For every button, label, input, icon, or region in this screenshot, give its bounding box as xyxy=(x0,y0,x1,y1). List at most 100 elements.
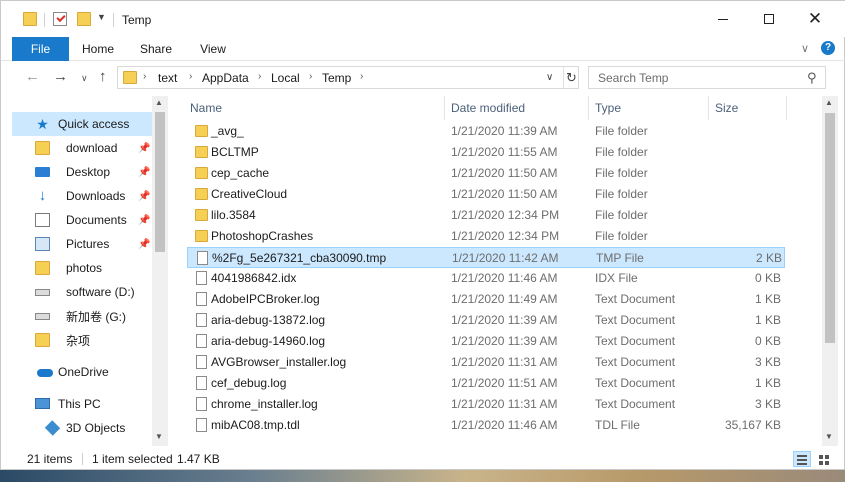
address-bar[interactable]: › text › AppData › Local › Temp › ∨ ↻ xyxy=(117,66,579,89)
file-row[interactable]: aria-debug-13872.log 1/21/2020 11:39 AM Te… xyxy=(187,310,785,331)
nav-item-label: 新加卷 (G:) xyxy=(66,309,126,324)
close-button[interactable]: ✕ xyxy=(792,1,838,37)
nav-item-3d-objects[interactable]: 3D Objects xyxy=(12,416,153,440)
nav-item-photos[interactable]: photos xyxy=(12,256,153,280)
file-row[interactable]: _avg_ 1/21/2020 11:39 AM File folder xyxy=(187,121,785,142)
file-date-modified: 1/21/2020 11:42 AM xyxy=(452,251,559,265)
refresh-icon[interactable]: ↻ xyxy=(563,67,579,88)
maximize-button[interactable] xyxy=(746,1,792,37)
nav-item-downloads[interactable]: ↓ Downloads 📌 xyxy=(12,184,153,208)
column-header-size[interactable]: Size xyxy=(715,96,738,120)
navigation-pane-scrollbar[interactable]: ▲ ▼ xyxy=(152,96,168,446)
breadcrumb-appdata[interactable]: AppData xyxy=(202,71,249,85)
address-dropdown-icon[interactable]: ∨ xyxy=(546,72,553,83)
file-row[interactable]: AVGBrowser_installer.log 1/21/2020 11:31 … xyxy=(187,352,785,373)
file-row[interactable]: CreativeCloud 1/21/2020 11:50 AM File fold… xyxy=(187,184,785,205)
expand-ribbon-icon[interactable]: ∨ xyxy=(801,42,809,55)
scroll-down-icon[interactable]: ▼ xyxy=(155,432,163,441)
file-row[interactable]: mibAC08.tmp.tdl 1/21/2020 11:46 AM TDL Fil… xyxy=(187,415,785,436)
pin-icon[interactable]: 📌 xyxy=(138,167,150,178)
pin-icon[interactable]: 📌 xyxy=(138,239,150,250)
breadcrumb-local[interactable]: Local xyxy=(271,71,300,85)
column-header-date[interactable]: Date modified xyxy=(451,96,525,120)
file-type: Text Document xyxy=(595,313,676,327)
file-row[interactable]: 4041986842.idx 1/21/2020 11:46 AM IDX File… xyxy=(187,268,785,289)
file-date-modified: 1/21/2020 11:39 AM xyxy=(451,124,558,138)
breadcrumb-arrow-icon[interactable]: › xyxy=(143,71,146,82)
file-size: 0 KB xyxy=(754,271,781,285)
column-divider[interactable] xyxy=(588,96,589,120)
large-icons-view-icon xyxy=(819,455,823,459)
file-row[interactable]: BCLTMP 1/21/2020 11:55 AM File folder xyxy=(187,142,785,163)
file-name: BCLTMP xyxy=(211,145,259,159)
column-divider[interactable] xyxy=(786,96,787,120)
nav-item-quick-access[interactable]: ★ Quick access xyxy=(12,112,153,136)
tab-file[interactable]: File xyxy=(12,37,69,61)
search-input[interactable] xyxy=(589,67,799,88)
scroll-up-icon[interactable]: ▲ xyxy=(825,98,833,107)
file-date-modified: 1/21/2020 12:34 PM xyxy=(451,208,560,222)
breadcrumb-text[interactable]: text xyxy=(158,71,177,85)
pin-icon[interactable]: 📌 xyxy=(138,215,150,226)
forward-button[interactable]: → xyxy=(53,68,68,85)
file-size: 3 KB xyxy=(754,397,781,411)
file-date-modified: 1/21/2020 11:31 AM xyxy=(451,397,558,411)
nav-item-misc[interactable]: 杂项 xyxy=(12,328,153,352)
nav-item-software-d[interactable]: software (D:) xyxy=(12,280,153,304)
tab-view[interactable]: View xyxy=(192,37,234,61)
properties-icon[interactable] xyxy=(53,12,67,26)
new-folder-icon[interactable] xyxy=(77,12,91,26)
breadcrumb-arrow-icon[interactable]: › xyxy=(189,71,192,82)
breadcrumb-arrow-icon[interactable]: › xyxy=(360,71,363,82)
column-header-name[interactable]: Name xyxy=(190,96,222,120)
breadcrumb-temp[interactable]: Temp xyxy=(322,71,351,85)
pin-icon[interactable]: 📌 xyxy=(138,143,150,154)
file-list-scrollbar[interactable]: ▲ ▼ xyxy=(822,96,838,446)
file-row[interactable]: %2Fg_5e267321_cba30090.tmp 1/21/2020 11:4… xyxy=(187,247,785,268)
help-icon[interactable]: ? xyxy=(821,41,835,55)
breadcrumb-arrow-icon[interactable]: › xyxy=(258,71,261,82)
file-row[interactable]: PhotoshopCrashes 1/21/2020 12:34 PM File f… xyxy=(187,226,785,247)
breadcrumb-arrow-icon[interactable]: › xyxy=(309,71,312,82)
minimize-button[interactable] xyxy=(700,1,746,37)
file-row[interactable]: cep_cache 1/21/2020 11:50 AM File folder xyxy=(187,163,785,184)
nav-item-volume-g[interactable]: 新加卷 (G:) xyxy=(12,304,153,328)
file-size: 1 KB xyxy=(754,313,781,327)
large-icons-view-button[interactable] xyxy=(815,451,833,467)
search-icon[interactable]: ⚲ xyxy=(807,70,817,86)
file-icon xyxy=(196,334,207,348)
scroll-up-icon[interactable]: ▲ xyxy=(155,98,163,107)
pin-icon[interactable]: 📌 xyxy=(138,191,150,202)
selection-count: 1 item selected xyxy=(92,452,173,466)
folder-icon xyxy=(195,188,208,200)
nav-item-label: Desktop xyxy=(66,165,111,179)
back-button[interactable]: ← xyxy=(25,68,40,85)
nav-item-desktop[interactable]: Desktop 📌 xyxy=(12,160,153,184)
column-divider[interactable] xyxy=(708,96,709,120)
address-bar-row: ← → ∨ ↑ › text › AppData › Local › Temp … xyxy=(1,62,845,94)
nav-item-this-pc[interactable]: This PC xyxy=(12,392,153,416)
nav-item-documents[interactable]: Documents 📌 xyxy=(12,208,153,232)
file-row[interactable]: chrome_installer.log 1/21/2020 11:31 AM Te… xyxy=(187,394,785,415)
up-button[interactable]: ↑ xyxy=(99,68,107,85)
nav-item-pictures[interactable]: Pictures 📌 xyxy=(12,232,153,256)
file-row[interactable]: lilo.3584 1/21/2020 12:34 PM File folder xyxy=(187,205,785,226)
column-header-type[interactable]: Type xyxy=(595,96,621,120)
nav-item-download[interactable]: download 📌 xyxy=(12,136,153,160)
file-row[interactable]: AdobeIPCBroker.log 1/21/2020 11:49 AM Text… xyxy=(187,289,785,310)
column-divider[interactable] xyxy=(444,96,445,120)
scroll-down-icon[interactable]: ▼ xyxy=(825,432,833,441)
file-row[interactable]: aria-debug-14960.log 1/21/2020 11:39 AM Te… xyxy=(187,331,785,352)
recent-locations-button[interactable]: ∨ xyxy=(81,73,88,84)
tab-share[interactable]: Share xyxy=(135,37,177,61)
tab-home[interactable]: Home xyxy=(77,37,119,61)
file-name: aria-debug-13872.log xyxy=(211,313,326,327)
file-row[interactable]: cef_debug.log 1/21/2020 11:51 AM Text Docu… xyxy=(187,373,785,394)
nav-item-onedrive[interactable]: OneDrive xyxy=(12,360,153,384)
scrollbar-thumb[interactable] xyxy=(155,112,165,252)
details-view-button[interactable] xyxy=(793,451,811,467)
quick-access-toolbar-dropdown-icon[interactable]: ▼ xyxy=(97,12,106,22)
large-icons-view-icon xyxy=(819,461,823,465)
scrollbar-thumb[interactable] xyxy=(825,113,835,343)
cloud-icon xyxy=(37,369,53,377)
